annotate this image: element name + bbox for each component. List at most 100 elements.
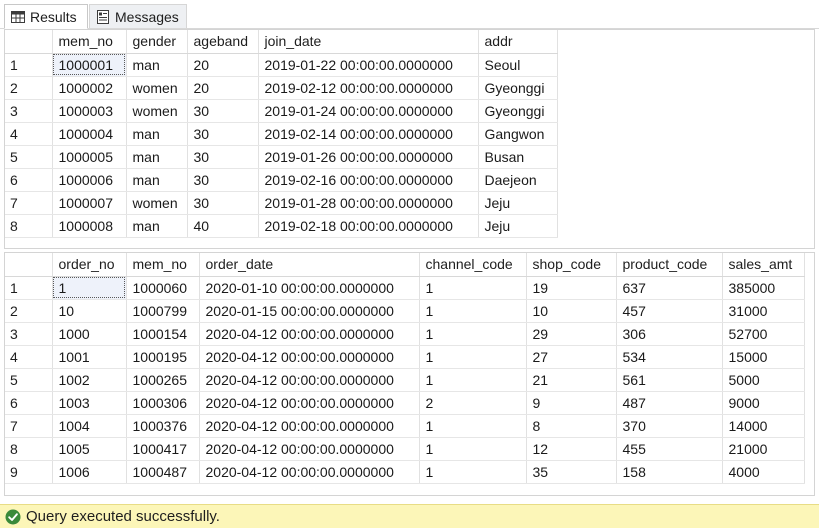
row-number-cell[interactable]: 4 (5, 345, 53, 369)
table-row[interactable]: 2 10 1000799 2020-01-15 00:00:00.0000000 1 10… (5, 299, 805, 323)
table-cell[interactable]: man (126, 168, 188, 192)
table-cell[interactable]: 1000306 (126, 391, 200, 415)
row-number-cell[interactable]: 2 (5, 299, 53, 323)
table-cell[interactable]: Daejeon (478, 168, 558, 192)
row-number-header[interactable] (5, 30, 53, 54)
table-cell[interactable]: 1000417 (126, 437, 200, 461)
table-row[interactable]: 9 1006 1000487 2020-04-12 00:00:00.0000000 1… (5, 460, 805, 484)
column-header-order-date[interactable]: order_date (199, 253, 420, 277)
table-cell[interactable]: 158 (616, 460, 723, 484)
table-row[interactable]: 7 1000007 women 30 2019-01-28 00:00:00.00000… (5, 191, 558, 215)
table-cell[interactable]: 2019-01-24 00:00:00.0000000 (258, 99, 479, 123)
table-cell[interactable]: 12 (526, 437, 617, 461)
table-cell[interactable]: 1000060 (126, 276, 200, 300)
table-cell[interactable]: 21000 (722, 437, 805, 461)
table-cell[interactable]: 2019-02-12 00:00:00.0000000 (258, 76, 479, 100)
column-header-mem-no[interactable]: mem_no (126, 253, 200, 277)
table-cell[interactable]: 19 (526, 276, 617, 300)
table-cell[interactable]: 2020-01-15 00:00:00.0000000 (199, 299, 420, 323)
table-cell[interactable]: 35 (526, 460, 617, 484)
table-cell[interactable]: women (126, 99, 188, 123)
result-grid-members[interactable]: mem_no gender ageband join_date addr 1 10… (4, 29, 815, 249)
table-cell[interactable]: 10 (526, 299, 617, 323)
table-cell[interactable]: 1000 (52, 322, 127, 346)
column-header-gender[interactable]: gender (126, 30, 188, 54)
table-row[interactable]: 4 1000004 man 30 2019-02-14 00:00:00.0000000… (5, 122, 558, 146)
table-cell[interactable]: 487 (616, 391, 723, 415)
table-cell[interactable]: 306 (616, 322, 723, 346)
table-cell[interactable]: 1000003 (52, 99, 127, 123)
table-cell[interactable]: 1000008 (52, 214, 127, 238)
table-cell[interactable]: 457 (616, 299, 723, 323)
table-cell[interactable]: 1001 (52, 345, 127, 369)
table-cell[interactable]: 385000 (722, 276, 805, 300)
table-cell[interactable]: 30 (187, 145, 259, 169)
table-cell[interactable]: 20 (187, 53, 259, 77)
table-cell[interactable]: 1000376 (126, 414, 200, 438)
table-cell[interactable]: 1 (419, 460, 527, 484)
table-row[interactable]: 5 1002 1000265 2020-04-12 00:00:00.0000000 1… (5, 368, 805, 392)
table-cell[interactable]: 2020-04-12 00:00:00.0000000 (199, 437, 420, 461)
table-cell[interactable]: 29 (526, 322, 617, 346)
table-cell[interactable]: 40 (187, 214, 259, 238)
row-number-cell[interactable]: 1 (5, 53, 53, 77)
table-cell[interactable]: 2019-02-18 00:00:00.0000000 (258, 214, 479, 238)
table-cell[interactable]: 1000006 (52, 168, 127, 192)
table-row[interactable]: 2 1000002 women 20 2019-02-12 00:00:00.00000… (5, 76, 558, 100)
table-cell[interactable]: 1 (52, 276, 127, 300)
table-cell[interactable]: 1000002 (52, 76, 127, 100)
table-cell[interactable]: Jeju (478, 191, 558, 215)
table-cell[interactable]: 455 (616, 437, 723, 461)
table-cell[interactable]: 1004 (52, 414, 127, 438)
table-cell[interactable]: women (126, 191, 188, 215)
column-header-addr[interactable]: addr (478, 30, 558, 54)
table-cell[interactable]: 30 (187, 122, 259, 146)
row-number-cell[interactable]: 7 (5, 414, 53, 438)
table-cell[interactable]: 534 (616, 345, 723, 369)
row-number-cell[interactable]: 6 (5, 391, 53, 415)
table-row[interactable]: 3 1000003 women 30 2019-01-24 00:00:00.00000… (5, 99, 558, 123)
table-cell[interactable]: 9 (526, 391, 617, 415)
table-cell[interactable]: 31000 (722, 299, 805, 323)
table-cell[interactable]: 2020-04-12 00:00:00.0000000 (199, 345, 420, 369)
table-cell[interactable]: Gangwon (478, 122, 558, 146)
table-cell[interactable]: 1000265 (126, 368, 200, 392)
table-cell[interactable]: 30 (187, 191, 259, 215)
column-header-join-date[interactable]: join_date (258, 30, 479, 54)
table-cell[interactable]: 27 (526, 345, 617, 369)
table-row[interactable]: 1 1 1000060 2020-01-10 00:00:00.0000000 1 19 6… (5, 276, 805, 300)
table-cell[interactable]: 1 (419, 299, 527, 323)
table-cell[interactable]: 8 (526, 414, 617, 438)
column-header-shop-code[interactable]: shop_code (526, 253, 617, 277)
row-number-cell[interactable]: 3 (5, 322, 53, 346)
table-cell[interactable]: 2020-04-12 00:00:00.0000000 (199, 414, 420, 438)
row-number-header[interactable] (5, 253, 53, 277)
table-cell[interactable]: 2020-01-10 00:00:00.0000000 (199, 276, 420, 300)
table-cell[interactable]: 1000487 (126, 460, 200, 484)
table-cell[interactable]: 1006 (52, 460, 127, 484)
table-row[interactable]: 6 1003 1000306 2020-04-12 00:00:00.0000000 2… (5, 391, 805, 415)
table-cell[interactable]: 1002 (52, 368, 127, 392)
column-header-product-code[interactable]: product_code (616, 253, 723, 277)
table-cell[interactable]: 20 (187, 76, 259, 100)
column-header-sales-amt[interactable]: sales_amt (722, 253, 805, 277)
column-header-order-no[interactable]: order_no (52, 253, 127, 277)
table-cell[interactable]: 637 (616, 276, 723, 300)
row-number-cell[interactable]: 8 (5, 437, 53, 461)
column-header-mem-no[interactable]: mem_no (52, 30, 127, 54)
table-cell[interactable]: man (126, 122, 188, 146)
table-cell[interactable]: 1 (419, 414, 527, 438)
table-cell[interactable]: 2019-01-26 00:00:00.0000000 (258, 145, 479, 169)
table-cell[interactable]: 30 (187, 168, 259, 192)
table-cell[interactable]: 1000195 (126, 345, 200, 369)
row-number-cell[interactable]: 2 (5, 76, 53, 100)
table-row[interactable]: 1 1000001 man 20 2019-01-22 00:00:00.0000000… (5, 53, 558, 77)
table-cell[interactable]: 2020-04-12 00:00:00.0000000 (199, 322, 420, 346)
table-cell[interactable]: 30 (187, 99, 259, 123)
table-cell[interactable]: 370 (616, 414, 723, 438)
table-cell[interactable]: man (126, 53, 188, 77)
table-cell[interactable]: Gyeonggi (478, 76, 558, 100)
result-grid-orders[interactable]: order_no mem_no order_date channel_code … (4, 252, 815, 496)
table-cell[interactable]: 21 (526, 368, 617, 392)
row-number-cell[interactable]: 6 (5, 168, 53, 192)
